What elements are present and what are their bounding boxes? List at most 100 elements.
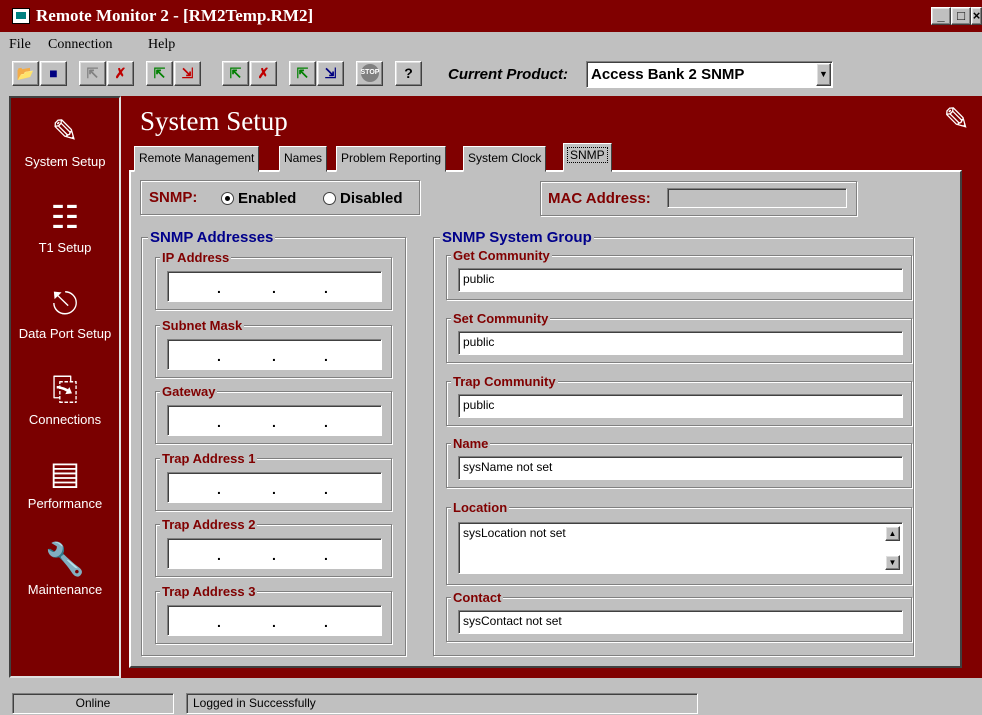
port-icon: ⎋ xyxy=(52,285,78,321)
address-field-label: Gateway xyxy=(160,384,218,399)
send-icon[interactable]: ⇱ xyxy=(289,61,316,86)
address-fieldset: Trap Address 2... xyxy=(155,517,392,577)
window-title: Remote Monitor 2 - [RM2Temp.RM2] xyxy=(36,6,314,25)
system-field-value: public xyxy=(463,272,495,286)
system-field-input[interactable]: public xyxy=(458,394,903,418)
receive-icon[interactable]: ⇲ xyxy=(317,61,344,86)
system-field-value: sysContact not set xyxy=(463,614,562,628)
download-icon[interactable]: ⇲ xyxy=(174,61,201,86)
system-field-label: Location xyxy=(451,500,510,515)
sidebar-item-data-port-setup[interactable]: ⎋ Data Port Setup xyxy=(11,284,119,341)
address-field-label: Trap Address 3 xyxy=(160,584,258,599)
sidebar-item-t1-setup[interactable]: ☷ T1 Setup xyxy=(11,198,119,255)
upload-icon[interactable]: ⇱ xyxy=(146,61,173,86)
compare-icon[interactable]: ⇱ xyxy=(222,61,249,86)
help-icon[interactable]: ? xyxy=(395,61,422,86)
system-fieldset: Name sysName not set xyxy=(446,436,912,488)
system-field-input[interactable]: public xyxy=(458,331,903,355)
menu-connection[interactable]: Connection xyxy=(48,37,113,53)
status-message: Logged in Successfully xyxy=(186,693,698,714)
sidebar-item-label: Data Port Setup xyxy=(18,326,112,341)
system-field-label: Trap Community xyxy=(451,374,558,389)
tab-remote-management[interactable]: Remote Management xyxy=(134,146,260,172)
ip-address-input[interactable]: ... xyxy=(167,605,382,636)
stop-icon[interactable]: STOP xyxy=(356,61,383,86)
address-field-label: IP Address xyxy=(160,250,232,265)
app-icon xyxy=(12,8,30,24)
menu-help[interactable]: Help xyxy=(148,37,175,53)
title-bar: Remote Monitor 2 - [RM2Temp.RM2] _ □ × xyxy=(0,0,982,32)
snmp-addresses-title: SNMP Addresses xyxy=(148,229,276,246)
system-field-label: Contact xyxy=(451,590,504,605)
sidebar-item-system-setup[interactable]: ✎ System Setup xyxy=(11,112,119,169)
system-fieldset: Set Community public xyxy=(446,311,912,363)
snmp-enabled-label: Enabled xyxy=(238,190,297,207)
tab-problem-reporting[interactable]: Problem Reporting xyxy=(336,146,447,172)
ip-address-input[interactable]: ... xyxy=(167,271,382,302)
ip-address-input[interactable]: ... xyxy=(167,472,382,503)
system-field-input[interactable]: sysContact not set xyxy=(458,610,903,634)
snmp-enabled-radio[interactable]: Enabled xyxy=(221,190,296,207)
cancel-icon[interactable]: ✗ xyxy=(250,61,277,86)
maximize-button[interactable]: □ xyxy=(951,7,971,25)
sidebar-item-label: T1 Setup xyxy=(38,240,92,255)
mac-address-field xyxy=(667,188,847,208)
location-value: sysLocation not set xyxy=(463,526,566,540)
system-field-input[interactable]: public xyxy=(458,268,903,292)
snmp-system-group-title: SNMP System Group xyxy=(440,229,594,246)
system-fieldset: Get Community public xyxy=(446,248,912,300)
close-button[interactable]: × xyxy=(971,7,982,25)
connect-icon[interactable]: ⇱ xyxy=(79,61,106,86)
address-fieldset: Gateway... xyxy=(155,384,392,444)
toolbar: 📂 ■ ⇱ ✗ ⇱ ⇲ ⇱ ✗ ⇱ ⇲ STOP ? Current Produ… xyxy=(0,58,982,94)
system-fieldset: Trap Community public xyxy=(446,374,912,426)
system-field-label: Name xyxy=(451,436,491,451)
system-field-label: Set Community xyxy=(451,311,551,326)
snmp-disabled-radio[interactable]: Disabled xyxy=(323,190,403,207)
sidebar: ✎ System Setup ☷ T1 Setup ⎋ Data Port Se… xyxy=(9,96,121,678)
performance-chart-icon: ▤ xyxy=(49,455,81,491)
tab-system-clock[interactable]: System Clock xyxy=(463,146,547,172)
scroll-down-icon[interactable]: ▼ xyxy=(885,555,900,570)
address-fieldset: IP Address... xyxy=(155,250,392,310)
notepad-pencil-icon: ✎ xyxy=(51,113,79,149)
tab-names[interactable]: Names xyxy=(279,146,328,172)
app-window: Remote Monitor 2 - [RM2Temp.RM2] _ □ × F… xyxy=(0,0,982,715)
radio-checked-icon xyxy=(221,192,234,205)
wrench-icon: 🔧 xyxy=(45,541,85,577)
system-fieldset: Contact sysContact not set xyxy=(446,590,912,642)
sidebar-item-connections[interactable]: ⎘ Connections xyxy=(11,370,119,427)
mac-address-label: MAC Address: xyxy=(548,190,651,207)
mac-address-box: MAC Address: xyxy=(540,181,857,216)
system-fieldset: Location sysLocation not set ▲ ▼ xyxy=(446,500,912,585)
status-online: Online xyxy=(12,693,174,714)
page-title: System Setup xyxy=(140,106,288,136)
tab-snmp[interactable]: SNMP xyxy=(563,143,612,172)
status-bar: Online Logged in Successfully xyxy=(0,691,982,715)
sidebar-item-label: Maintenance xyxy=(27,582,103,597)
current-product-label: Current Product: xyxy=(448,66,568,83)
location-textarea[interactable]: sysLocation not set ▲ ▼ xyxy=(458,522,903,574)
save-icon[interactable]: ■ xyxy=(40,61,67,86)
chevron-down-icon[interactable]: ▼ xyxy=(816,63,831,86)
sidebar-item-performance[interactable]: ▤ Performance xyxy=(11,454,119,511)
open-icon[interactable]: 📂 xyxy=(12,61,39,86)
current-product-value: Access Bank 2 SNMP xyxy=(591,66,745,83)
snmp-enable-box: SNMP: Enabled Disabled xyxy=(140,180,420,215)
address-fieldset: Subnet Mask... xyxy=(155,318,392,378)
ip-address-input[interactable]: ... xyxy=(167,405,382,436)
ip-address-input[interactable]: ... xyxy=(167,538,382,569)
scroll-up-icon[interactable]: ▲ xyxy=(885,526,900,541)
menu-bar: File Connection Help xyxy=(0,32,982,56)
tab-snmp-label: SNMP xyxy=(567,147,608,163)
minimize-button[interactable]: _ xyxy=(931,7,951,25)
network-icon: ☷ xyxy=(50,199,80,235)
disconnect-icon[interactable]: ✗ xyxy=(107,61,134,86)
system-field-input[interactable]: sysName not set xyxy=(458,456,903,480)
menu-file[interactable]: File xyxy=(9,37,31,53)
address-fieldset: Trap Address 3... xyxy=(155,584,392,644)
current-product-select[interactable]: Access Bank 2 SNMP ▼ xyxy=(586,61,833,88)
sidebar-item-maintenance[interactable]: 🔧 Maintenance xyxy=(11,540,119,597)
ip-address-input[interactable]: ... xyxy=(167,339,382,370)
connections-icon: ⎘ xyxy=(52,371,78,407)
